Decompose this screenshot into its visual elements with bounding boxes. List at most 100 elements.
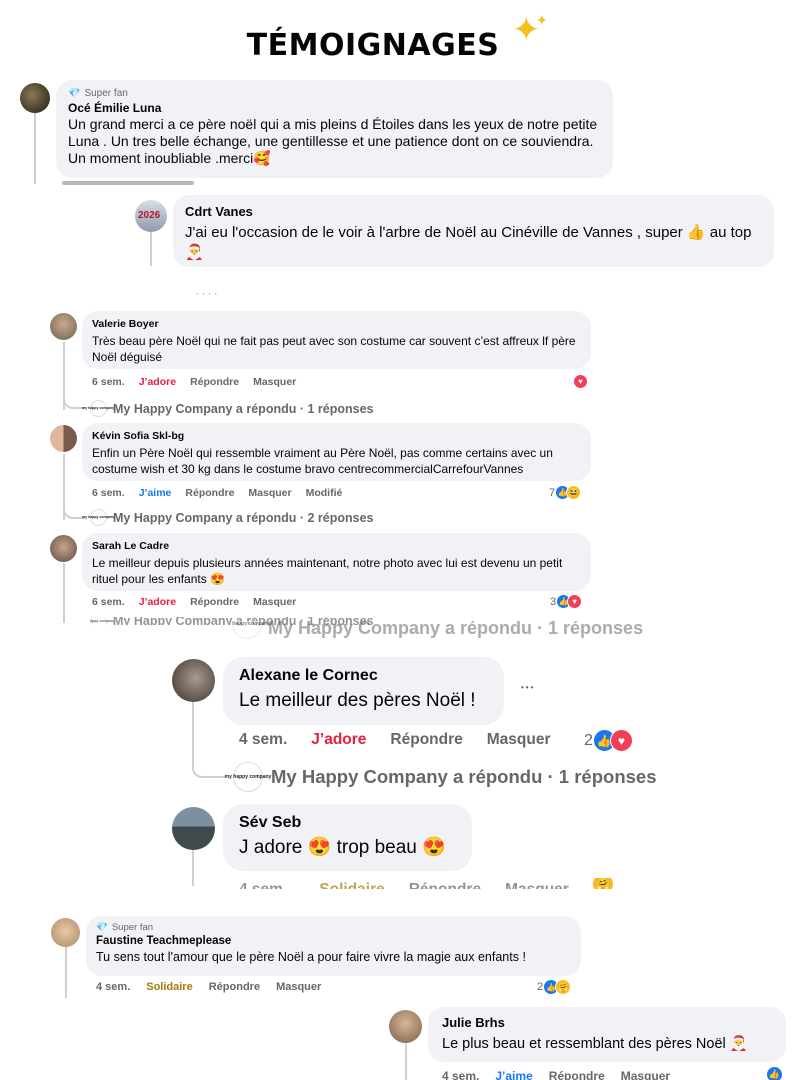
comment-actions: 4 sem. Solidaire Répondre Masquer bbox=[96, 981, 321, 993]
comment-text: J'ai eu l'occasion de le voir à l'arbre … bbox=[185, 224, 752, 261]
reaction-button[interactable]: J’adore bbox=[139, 376, 176, 388]
reaction-button[interactable]: J’aime bbox=[139, 487, 172, 499]
comment-bubble: Sév Seb J adore 😍 trop beau 😍 bbox=[223, 804, 472, 871]
avatar[interactable] bbox=[172, 659, 215, 702]
love-reaction-icon: ♥ bbox=[573, 374, 588, 389]
edited-label: Modifié bbox=[305, 487, 343, 499]
super-fan-badge: 💎 Super fan bbox=[96, 922, 571, 933]
reply-thread-link-cropped: my happy company My Happy Company a répo… bbox=[232, 621, 643, 639]
timestamp[interactable]: 6 sem. bbox=[92, 596, 125, 608]
avatar[interactable] bbox=[172, 807, 215, 850]
my-happy-company-logo: my happy company bbox=[232, 621, 270, 639]
attached-photo[interactable] bbox=[62, 181, 194, 185]
reaction-summary[interactable]: 2 👍 🤗 bbox=[537, 979, 572, 995]
comment-author[interactable]: Faustine Teachmeplease bbox=[96, 935, 571, 947]
comment-actions: 4 sem. J’adore Répondre Masquer bbox=[239, 731, 551, 749]
love-reaction-icon: ♥ bbox=[609, 729, 633, 752]
comment-text: Enfin un Père Noël qui ressemble vraimen… bbox=[92, 446, 553, 476]
comment-bubble: Julie Brhs Le plus beau et ressemblant d… bbox=[428, 1007, 786, 1062]
comment-author[interactable]: Sarah Le Cadre bbox=[92, 540, 581, 552]
page-title: TÉMOIGNAGES bbox=[246, 28, 500, 63]
comment-actions: 6 sem. J’adore Répondre Masquer bbox=[92, 376, 296, 388]
comment-actions: 6 sem. J’aime Répondre Masquer Modifié bbox=[92, 487, 342, 499]
reaction-button: Solidaire bbox=[319, 881, 384, 889]
comment-author[interactable]: Alexane le Cornec bbox=[239, 667, 488, 685]
comment-author[interactable]: Valerie Boyer bbox=[92, 318, 581, 330]
reaction-summary[interactable]: ♥ bbox=[573, 374, 588, 389]
comment-author[interactable]: Kévin Sofia Skl-bg bbox=[92, 430, 581, 442]
avatar[interactable] bbox=[51, 918, 80, 947]
hide-button: Masquer bbox=[505, 881, 569, 889]
reply-summary: My Happy Company a répondu · 1 réponses bbox=[271, 766, 657, 787]
love-reaction-icon: ♥ bbox=[567, 594, 583, 609]
comment-bubble: Sarah Le Cadre Le meilleur depuis plusie… bbox=[82, 533, 591, 591]
hide-button[interactable]: Masquer bbox=[276, 981, 321, 993]
timestamp[interactable]: 4 sem. bbox=[96, 981, 130, 993]
hide-button[interactable]: Masquer bbox=[253, 596, 296, 608]
like-reaction-icon: 👍 bbox=[766, 1066, 783, 1080]
reply-button[interactable]: Répondre bbox=[209, 981, 260, 993]
comment-author[interactable]: Océ Émilie Luna bbox=[68, 101, 601, 115]
hide-button[interactable]: Masquer bbox=[253, 376, 296, 388]
comment-text: Le plus beau et ressemblant des pères No… bbox=[442, 1036, 748, 1052]
more-options-icon[interactable]: ••• bbox=[521, 683, 535, 692]
reaction-summary[interactable]: 3 👍 ♥ bbox=[550, 594, 583, 609]
reaction-summary[interactable]: 👍 bbox=[766, 1066, 783, 1080]
comment-bubble: Valerie Boyer Très beau père Noël qui ne… bbox=[82, 311, 591, 369]
timestamp[interactable]: 6 sem. bbox=[92, 487, 125, 499]
reaction-summary[interactable]: 7 👍 😆 bbox=[549, 485, 582, 500]
reply-thread-link[interactable]: my happy company My Happy Company a répo… bbox=[82, 400, 374, 417]
reply-button[interactable]: Répondre bbox=[190, 596, 239, 608]
laugh-reaction-icon: 😆 bbox=[566, 485, 582, 500]
comment-author[interactable]: Julie Brhs bbox=[442, 1015, 772, 1030]
comment-text: J adore 😍 trop beau 😍 bbox=[239, 837, 446, 858]
reply-button[interactable]: Répondre bbox=[549, 1069, 605, 1080]
comment-author[interactable]: Sév Seb bbox=[239, 814, 456, 832]
comment-text: Un grand merci a ce père noël qui a mis … bbox=[68, 116, 598, 166]
my-happy-company-logo: my happy company bbox=[225, 762, 271, 792]
reply-thread-link[interactable]: my happy company My Happy Company a répo… bbox=[225, 762, 657, 792]
reaction-button[interactable]: Solidaire bbox=[146, 981, 192, 993]
comment-actions: 4 sem. J’aime Répondre Masquer bbox=[442, 1069, 670, 1080]
avatar[interactable]: 2026 bbox=[135, 200, 167, 232]
super-fan-badge: 💎 Super fan bbox=[68, 88, 601, 99]
care-reaction-icon: 🤗 bbox=[555, 979, 572, 995]
timestamp[interactable]: 4 sem. bbox=[442, 1069, 479, 1080]
avatar[interactable] bbox=[389, 1010, 422, 1043]
reaction-button[interactable]: J’aime bbox=[495, 1069, 532, 1080]
avatar[interactable] bbox=[50, 535, 77, 562]
comment-actions: 6 sem. J’adore Répondre Masquer bbox=[92, 596, 296, 608]
reaction-count: 2 bbox=[584, 731, 593, 749]
hide-button[interactable]: Masquer bbox=[621, 1069, 670, 1080]
reply-button[interactable]: Répondre bbox=[390, 731, 462, 749]
sparkles-icon: ✦ bbox=[536, 12, 548, 28]
reply-thread-link[interactable]: my happy company My Happy Company a répo… bbox=[82, 509, 373, 526]
comment-bubble: 💎 Super fan Faustine Teachmeplease Tu se… bbox=[86, 916, 581, 976]
comment-text: Le meilleur des pères Noël ! bbox=[239, 690, 476, 711]
reaction-summary-cropped: 🤗 bbox=[592, 878, 614, 889]
reply-button[interactable]: Répondre bbox=[190, 376, 239, 388]
comment-author[interactable]: Cdrt Vanes bbox=[185, 204, 762, 219]
badge-label: Super fan bbox=[111, 922, 154, 933]
reaction-summary[interactable]: 2 👍 ♥ bbox=[584, 729, 633, 752]
comment-text: Très beau père Noël qui ne fait pas peut… bbox=[92, 334, 576, 364]
timestamp[interactable]: 6 sem. bbox=[92, 376, 125, 388]
hide-button[interactable]: Masquer bbox=[487, 731, 551, 749]
comment-bubble: Cdrt Vanes J'ai eu l'occasion de le voir… bbox=[173, 195, 774, 267]
comment-bubble: 💎 Super fan Océ Émilie Luna Un grand mer… bbox=[56, 80, 613, 178]
comment-text: Tu sens tout l'amour que le père Noël a … bbox=[96, 950, 526, 964]
care-reaction-icon: 🤗 bbox=[592, 878, 614, 889]
cropped-actions: · · · · bbox=[196, 292, 218, 300]
avatar[interactable] bbox=[50, 425, 77, 452]
reaction-button[interactable]: J’adore bbox=[139, 596, 176, 608]
reaction-button[interactable]: J’adore bbox=[311, 731, 366, 749]
reply-button[interactable]: Répondre bbox=[185, 487, 234, 499]
timestamp[interactable]: 4 sem. bbox=[239, 731, 287, 749]
my-happy-company-logo: my happy company bbox=[90, 617, 115, 625]
timestamp: 4 sem. bbox=[239, 881, 287, 889]
avatar[interactable] bbox=[50, 313, 77, 340]
hide-button[interactable]: Masquer bbox=[248, 487, 291, 499]
reply-summary: My Happy Company a répondu · 1 réponses bbox=[113, 401, 374, 416]
badge-label: Super fan bbox=[84, 88, 128, 99]
avatar[interactable] bbox=[20, 83, 50, 113]
